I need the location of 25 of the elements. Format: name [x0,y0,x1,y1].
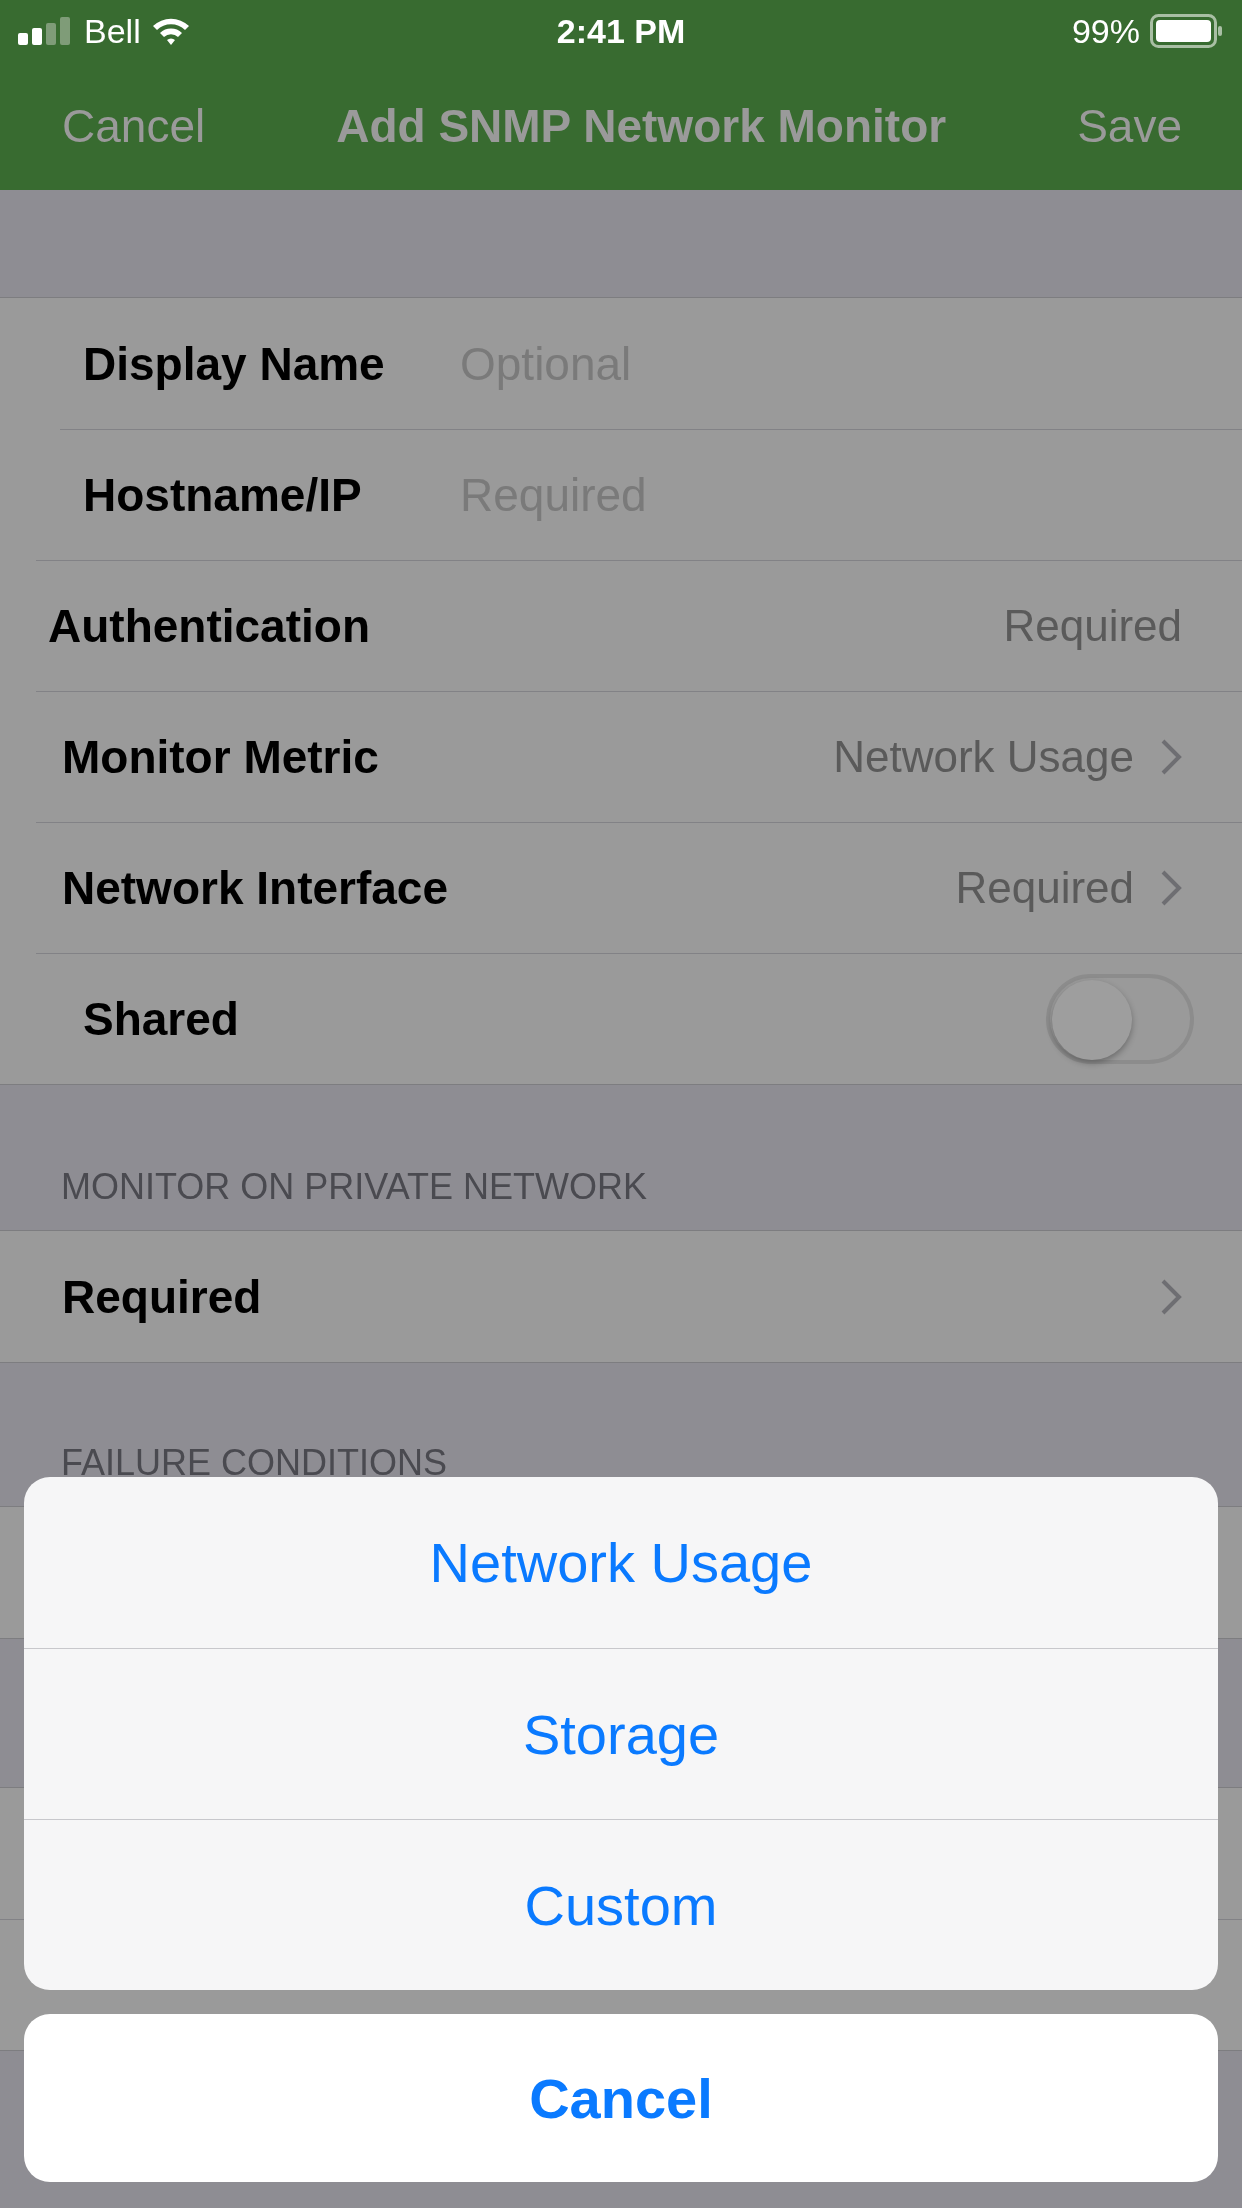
row-value[interactable]: Network Usage [833,731,1134,782]
row-value[interactable]: Required [1003,600,1182,651]
carrier-name: Bell [84,11,141,51]
sheet-cancel-button[interactable]: Cancel [24,2014,1218,2182]
chevron-icon [1160,1277,1182,1316]
row-label[interactable]: Required [62,1269,262,1324]
row-label: Authentication [48,598,370,653]
row-label: Network Interface [62,860,448,915]
row-value[interactable]: Required [955,862,1134,913]
field-label: Display Name [83,336,386,391]
row-label: Monitor Metric [62,729,379,784]
chevron-icon [1160,868,1182,907]
nav-title: Add SNMP Network Monitor [336,99,947,153]
chevron-icon [1160,737,1182,776]
battery-percent: 99% [1071,11,1140,51]
toggle-switch[interactable] [1046,973,1194,1064]
section-header: MONITOR ON PRIVATE NETWORK [60,1166,648,1209]
sheet-option[interactable]: Custom [24,1819,1218,1990]
battery-icon [1150,14,1224,48]
save-button[interactable]: Save [1077,99,1182,153]
field-label: Hostname/IP [83,467,363,522]
cancel-button[interactable]: Cancel [62,99,206,153]
sheet-option[interactable]: Storage [24,1648,1218,1819]
status-time: 2:41 PM [556,11,686,51]
row-label: Shared [83,991,239,1046]
